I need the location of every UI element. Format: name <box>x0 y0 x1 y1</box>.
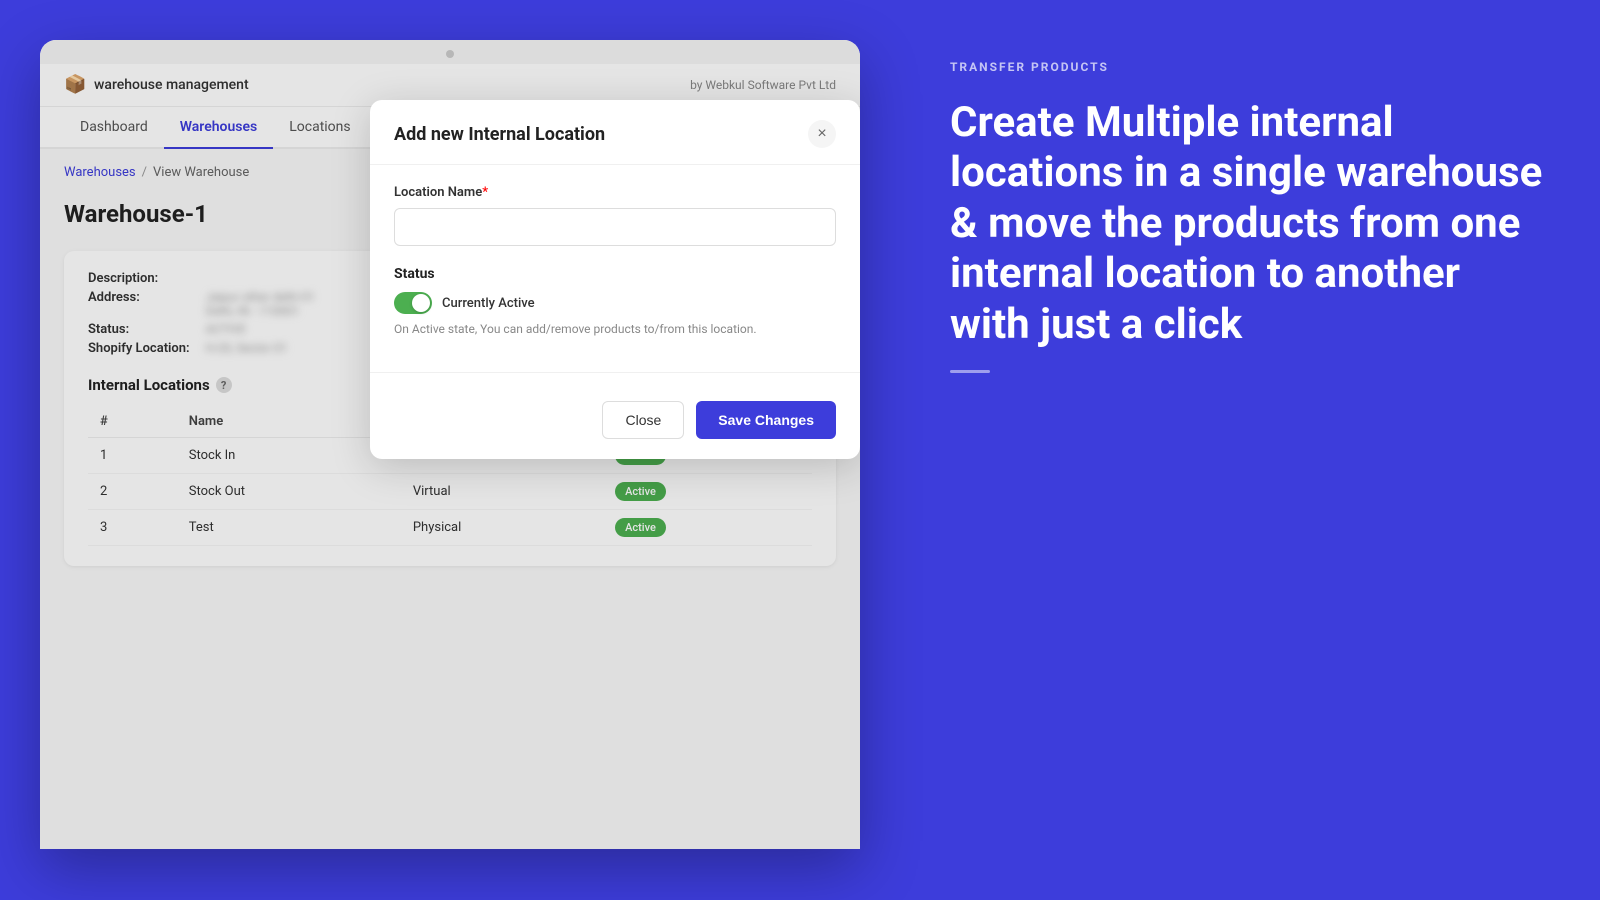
right-panel: TRANSFER PRODUCTS Create Multiple intern… <box>900 0 1600 900</box>
right-panel-label: TRANSFER PRODUCTS <box>950 60 1550 74</box>
modal-close-button[interactable]: × <box>808 120 836 148</box>
save-changes-button[interactable]: Save Changes <box>696 401 836 439</box>
left-panel: 📦 warehouse management by Webkul Softwar… <box>0 0 900 900</box>
toggle-row: Currently Active <box>394 292 836 314</box>
location-name-input[interactable] <box>394 208 836 246</box>
active-toggle[interactable] <box>394 292 432 314</box>
add-location-modal: Add new Internal Location × Location Nam… <box>370 100 860 459</box>
modal-overlay: Add new Internal Location × Location Nam… <box>40 40 860 849</box>
right-panel-heading: Create Multiple internal locations in a … <box>950 98 1550 350</box>
required-indicator: * <box>482 185 488 200</box>
close-button[interactable]: Close <box>602 401 684 439</box>
toggle-label: Currently Active <box>442 296 535 311</box>
modal-body: Location Name* Status Currently Active O… <box>370 165 860 372</box>
modal-header: Add new Internal Location × <box>370 100 860 165</box>
location-name-label: Location Name* <box>394 185 836 200</box>
app-window: 📦 warehouse management by Webkul Softwar… <box>40 40 860 849</box>
status-section-title: Status <box>394 266 836 282</box>
modal-divider <box>370 372 860 373</box>
modal-footer: Close Save Changes <box>370 389 860 459</box>
modal-title: Add new Internal Location <box>394 124 605 145</box>
right-panel-divider <box>950 370 990 373</box>
status-description: On Active state, You can add/remove prod… <box>394 322 836 336</box>
